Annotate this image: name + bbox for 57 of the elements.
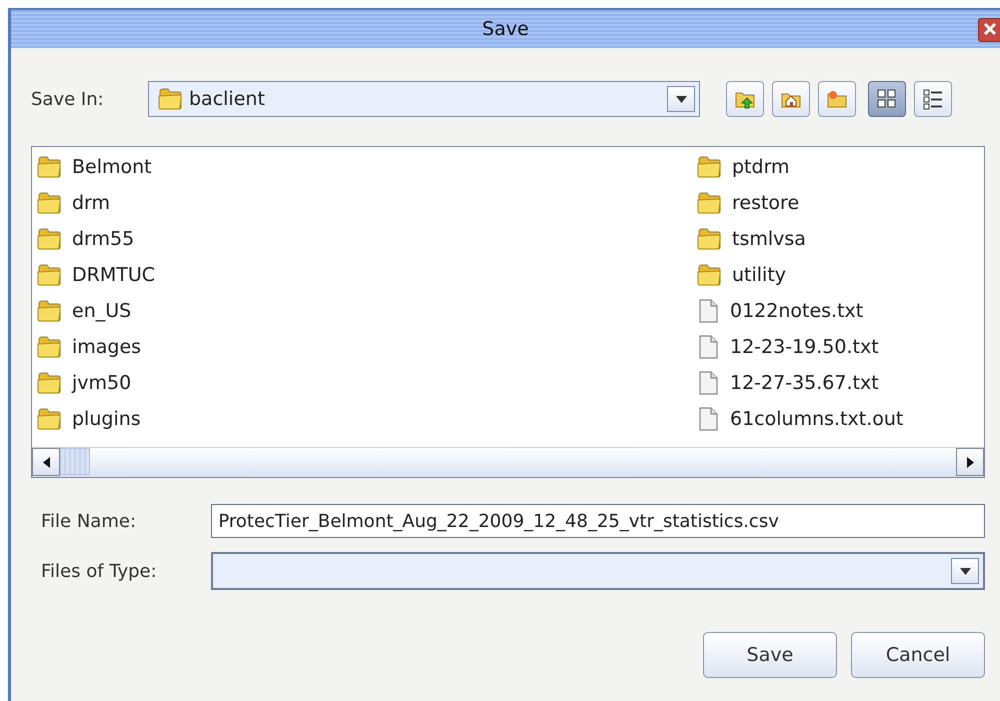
new-folder-button[interactable]	[818, 81, 856, 117]
scroll-right-button[interactable]	[956, 448, 984, 476]
folder-icon	[36, 155, 62, 179]
file-name[interactable]: ptdrm	[732, 156, 790, 178]
dropdown-caret-icon	[960, 568, 970, 574]
dropdown-button[interactable]	[667, 86, 695, 112]
folder-icon	[696, 227, 722, 251]
up-button[interactable]	[726, 81, 764, 117]
save-button[interactable]: Save	[703, 632, 837, 678]
file-name[interactable]: plugins	[72, 408, 141, 430]
horizontal-scrollbar[interactable]	[32, 447, 984, 477]
close-icon	[982, 20, 998, 36]
details-button[interactable]	[914, 81, 952, 117]
dropdown-caret-icon	[676, 96, 686, 102]
save-in-value: baclient	[189, 88, 266, 110]
folder-icon	[696, 155, 722, 179]
file-name[interactable]: Belmont	[72, 156, 152, 178]
window-title: Save	[482, 18, 529, 40]
file-name[interactable]: 12-23-19.50.txt	[730, 336, 879, 358]
file-name[interactable]: en_US	[72, 300, 132, 322]
left-arrow-icon	[42, 456, 50, 468]
folder-icon	[36, 191, 62, 215]
details-view-icon	[921, 87, 945, 111]
folder-icon	[696, 263, 722, 287]
file-name[interactable]: DRMTUC	[72, 264, 156, 286]
folder-icon	[36, 227, 62, 251]
folder-icon	[36, 335, 62, 359]
dropdown-button[interactable]	[951, 558, 979, 584]
file-type-dropdown[interactable]	[211, 552, 985, 590]
save-in-label: Save In:	[31, 88, 105, 110]
file-name[interactable]: 0122notes.txt	[730, 300, 864, 322]
folder-icon	[36, 299, 62, 323]
file-name[interactable]: tsmlvsa	[732, 228, 806, 250]
file-name[interactable]: 61columns.txt.out	[730, 408, 904, 430]
cancel-button[interactable]: Cancel	[851, 632, 985, 678]
file-name[interactable]: jvm50	[72, 372, 132, 394]
close-button[interactable]	[978, 18, 1000, 42]
file-type-label: Files of Type:	[40, 560, 158, 582]
list-button[interactable]	[868, 81, 906, 117]
file-name[interactable]: drm55	[72, 228, 134, 250]
file-name[interactable]: utility	[732, 264, 786, 286]
scroll-left-button[interactable]	[32, 448, 60, 476]
scroll-thumb[interactable]	[60, 448, 90, 475]
folder-icon	[36, 407, 62, 431]
file-name[interactable]: drm	[72, 192, 110, 214]
file-name-field[interactable]: ProtecTier_Belmont_Aug_22_2009_12_48_25_vtr_statistics.csv	[211, 504, 985, 538]
folder-icon	[36, 371, 62, 395]
folder-icon	[696, 191, 722, 215]
home-button[interactable]	[772, 81, 810, 117]
save-in-dropdown[interactable]: baclient	[148, 81, 700, 117]
file-name[interactable]: 12-27-35.67.txt	[730, 372, 879, 394]
right-arrow-icon	[966, 456, 974, 468]
folder-icon	[157, 87, 183, 111]
file-name[interactable]: restore	[732, 192, 800, 214]
file-name-label: File Name:	[40, 510, 138, 532]
folder-icon	[36, 263, 62, 287]
file-name[interactable]: images	[72, 336, 142, 358]
